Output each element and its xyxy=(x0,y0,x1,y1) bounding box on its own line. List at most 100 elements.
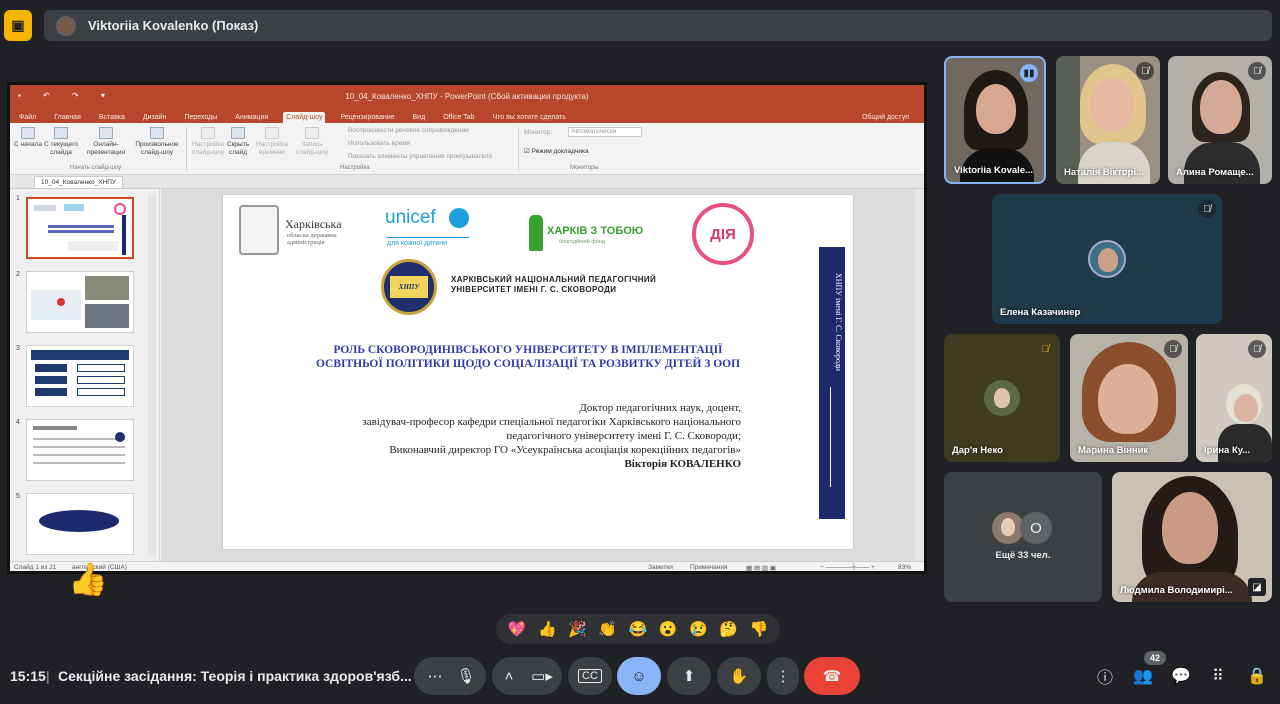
share-button[interactable]: Общий доступ xyxy=(859,112,912,123)
reaction-thumbs-down[interactable]: 👎 xyxy=(750,620,769,638)
tab-office-tab[interactable]: Office Tab xyxy=(440,112,477,123)
tab-review[interactable]: Рецензирование xyxy=(337,112,397,123)
thumbnail-slide-3[interactable] xyxy=(26,345,134,407)
clock: 15:15 xyxy=(10,668,46,684)
pp-title-bar: ▪ ↶ ↷ ▾ 10_04_Коваленко_ХНПУ - PowerPoin… xyxy=(10,85,924,107)
pp-status-bar: Слайд 1 из 21 английский (США) Заметки П… xyxy=(10,561,924,571)
notes-button[interactable]: Заметки xyxy=(648,564,673,571)
muted-mic-icon: 🎙̸ xyxy=(1136,62,1154,80)
group-setup-label: Настройка xyxy=(340,165,370,171)
doc-tab[interactable]: 10_04_Коваленко_ХНПУ xyxy=(34,176,124,188)
hand-icon: ✋ xyxy=(729,668,749,685)
option-narration[interactable]: Воспроизвести речевое сопровождение xyxy=(348,127,469,134)
rehearse-button[interactable]: Настройка времени xyxy=(254,127,290,157)
participant-tile-maryna[interactable]: 🎙̸ Марина Вінник xyxy=(1070,334,1188,462)
option-media-controls[interactable]: Показать элементы управления проигрывате… xyxy=(348,153,492,160)
video-options-button[interactable]: ˄ xyxy=(492,657,526,695)
side-banner-text: ХНПУ імені Г. С. Сковороди xyxy=(834,273,843,372)
more-participants-tile[interactable]: О Ещё 33 чел. xyxy=(944,472,1102,602)
participant-name: Елена Казачинер xyxy=(1000,307,1081,318)
participant-name: Наталія Вікторі... xyxy=(1064,167,1144,178)
thumbnail-scrollbar[interactable] xyxy=(148,195,156,555)
camera-button[interactable]: ▭▸ xyxy=(522,657,562,695)
more-options-button[interactable]: ⋮ xyxy=(767,657,799,695)
shared-screen: ▪ ↶ ↷ ▾ 10_04_Коваленко_ХНПУ - PowerPoin… xyxy=(7,82,927,574)
current-slide[interactable]: Харківська обласна державна адміністраці… xyxy=(223,195,853,549)
reaction-sad[interactable]: 😢 xyxy=(689,620,708,638)
from-start-button[interactable]: С начала xyxy=(14,127,42,149)
tab-animations[interactable]: Анимация xyxy=(232,112,271,123)
participant-tile-alina[interactable]: 🎙̸ Алина Ромаще... xyxy=(1168,56,1272,184)
thumbnail-slide-4[interactable] xyxy=(26,419,134,481)
reaction-heart[interactable]: 💖 xyxy=(508,620,527,638)
presenter-bar[interactable]: Viktoriia Kovalenko (Показ) xyxy=(44,10,1272,41)
participant-tile-viktoriia[interactable]: ▮▮ Viktoriia Kovale... xyxy=(944,56,1046,184)
participant-tile-natalia[interactable]: 🎙̸ Наталія Вікторі... xyxy=(1056,56,1160,184)
diya-logo: ДІЯ xyxy=(692,203,754,265)
tab-view[interactable]: Вид xyxy=(410,112,429,123)
seal-text: ХНПУ xyxy=(390,276,428,298)
from-current-button[interactable]: С текущего слайда xyxy=(44,127,78,157)
leave-call-button[interactable]: ☎ xyxy=(804,657,860,695)
presenter-view-checkbox[interactable]: ☑ Режим докладчика xyxy=(524,147,589,155)
group-start-label: Начать слайд-шоу xyxy=(70,165,122,171)
people-icon[interactable]: 👥 xyxy=(1130,663,1156,689)
reaction-laugh[interactable]: 😂 xyxy=(629,620,648,638)
thumbnail-slide-5[interactable] xyxy=(26,493,134,555)
thumbnail-slide-2[interactable] xyxy=(26,271,134,333)
thumbnail-slide-1[interactable] xyxy=(26,197,134,259)
emoji-icon: ☺ xyxy=(631,667,647,685)
tab-home[interactable]: Главная xyxy=(51,112,84,123)
view-buttons[interactable]: ▦ ▤ ▥ ▣ xyxy=(746,564,776,571)
doc-tab-strip xyxy=(10,175,924,189)
pin-icon[interactable]: ◪ xyxy=(1248,578,1266,596)
participant-tile-elena[interactable]: 🎙̸ Елена Казачинер xyxy=(992,194,1222,324)
online-present-button[interactable]: Онлайн-презентация xyxy=(82,127,130,157)
microphone-button[interactable]: 🎙 xyxy=(446,657,486,695)
reaction-surprised[interactable]: 😮 xyxy=(659,620,678,638)
kharkiv-fund-subtitle: благодійний фонд xyxy=(559,239,606,245)
thumb-number: 3 xyxy=(16,345,20,352)
university-seal-icon: ХНПУ xyxy=(381,259,437,315)
tab-insert[interactable]: Вставка xyxy=(96,112,128,123)
unicef-logo: unicef xyxy=(385,207,436,228)
thumb-number: 2 xyxy=(16,271,20,278)
reaction-party[interactable]: 🎉 xyxy=(568,620,587,638)
reaction-thumbs-up[interactable]: 👍 xyxy=(538,620,557,638)
participant-name: Viktoriia Kovale... xyxy=(954,165,1034,176)
unicef-tagline: для кожної дитини xyxy=(387,237,469,247)
presentation-icon[interactable]: ▣ xyxy=(4,10,32,41)
custom-show-button[interactable]: Произвольное слайд-шоу xyxy=(132,127,182,157)
participant-tile-iryna[interactable]: 🎙̸ Ірина Ку... xyxy=(1196,334,1272,462)
captions-button[interactable]: CC xyxy=(568,657,612,695)
slide-scrollbar[interactable] xyxy=(915,189,924,561)
comments-button[interactable]: Примечания xyxy=(690,564,728,571)
record-button[interactable]: Запись слайд-шоу xyxy=(294,127,330,157)
tab-design[interactable]: Дизайн xyxy=(140,112,170,123)
tell-me-search[interactable]: Что вы хотите сделать xyxy=(489,112,569,123)
present-button[interactable]: ⬆ xyxy=(667,657,711,695)
hide-slide-button[interactable]: Скрыть слайд xyxy=(226,127,250,157)
activities-icon[interactable]: ⠿ xyxy=(1205,663,1231,689)
avatar xyxy=(1088,240,1126,278)
slide-counter: Слайд 1 из 21 xyxy=(14,564,57,571)
zoom-level[interactable]: 83% xyxy=(898,564,911,571)
others-badge: О xyxy=(1020,512,1052,544)
participant-tile-darya[interactable]: 🎙̸ Дар'я Неко xyxy=(944,334,1060,462)
quick-access-icons[interactable]: ▪ ↶ ↷ ▾ xyxy=(18,91,115,100)
reaction-clap[interactable]: 👏 xyxy=(598,620,617,638)
zoom-slider[interactable]: − ————┼—— + xyxy=(820,564,875,571)
raise-hand-button[interactable]: ✋ xyxy=(717,657,761,695)
tab-file[interactable]: Файл xyxy=(16,112,39,123)
meeting-info-icon[interactable]: ⓘ xyxy=(1092,663,1118,689)
reaction-thinking[interactable]: 🤔 xyxy=(719,620,738,638)
reactions-button[interactable]: ☺ xyxy=(617,657,661,695)
host-controls-icon[interactable]: 🔒 xyxy=(1244,663,1270,689)
tab-slideshow[interactable]: Слайд-шоу xyxy=(283,112,326,123)
option-timings[interactable]: Использовать время xyxy=(348,140,410,147)
participant-tile-liudmyla[interactable]: ◪ Людмила Володимирі... xyxy=(1112,472,1272,602)
tab-transitions[interactable]: Переходы xyxy=(181,112,220,123)
monitor-select[interactable]: Автоматически xyxy=(568,127,642,137)
chat-icon[interactable]: 💬 xyxy=(1168,663,1194,689)
setup-show-button[interactable]: Настройка слайд-шоу xyxy=(190,127,226,157)
